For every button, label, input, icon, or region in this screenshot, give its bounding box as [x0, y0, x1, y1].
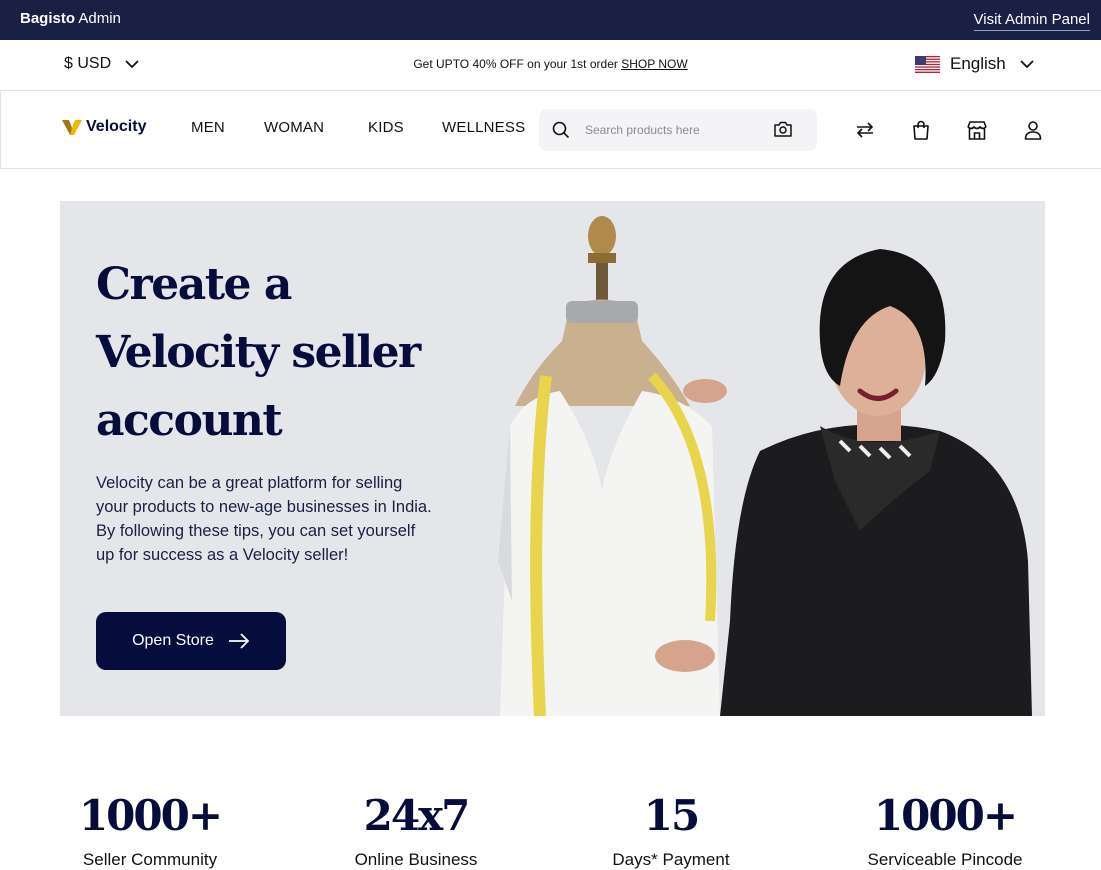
promo-text: Get UPTO 40% OFF on your 1st order [413, 57, 622, 71]
stat-number: 24x7 [363, 791, 471, 840]
stat-label: Seller Community [82, 850, 218, 869]
stat-label: Online Business [354, 850, 478, 869]
admin-brand-bold: Bagisto [20, 10, 76, 27]
stat-number: 1000+ [873, 791, 1018, 840]
nav-woman[interactable]: WOMAN [264, 119, 324, 136]
velocity-logo-icon [62, 120, 82, 135]
stat-serviceable-pincode: 1000+ Serviceable Pincode [825, 788, 1065, 870]
store-icon[interactable] [966, 120, 988, 140]
stat-days-payment: 15 Days* Payment [551, 788, 791, 870]
stat-seller-community: 1000+ Seller Community [30, 788, 270, 870]
compare-arrows-icon[interactable] [854, 120, 876, 140]
main-header: Velocity MEN WOMAN KIDS WELLNESS [0, 91, 1101, 169]
language-label: English [950, 54, 1006, 73]
search-bar [539, 109, 817, 151]
admin-brand: Bagisto Admin [20, 10, 121, 28]
stat-number: 1000+ [78, 791, 223, 840]
us-flag-icon [915, 55, 940, 73]
admin-brand-rest: Admin [75, 10, 121, 27]
logo-text: Velocity [86, 118, 147, 135]
velocity-logo[interactable]: Velocity [62, 118, 146, 136]
search-input[interactable] [583, 120, 763, 140]
open-store-label: Open Store [132, 632, 214, 649]
chevron-down-icon [1020, 59, 1034, 68]
nav-men[interactable]: MEN [191, 119, 225, 136]
arrow-right-icon [228, 633, 250, 649]
shopping-bag-icon[interactable] [911, 120, 931, 140]
stat-number: 15 [643, 791, 700, 840]
hero-description: Velocity can be a great platform for sel… [96, 474, 432, 564]
shop-now-link[interactable]: SHOP NOW [621, 57, 687, 71]
camera-icon[interactable] [773, 120, 793, 138]
nav-kids[interactable]: KIDS [368, 119, 404, 136]
open-store-button[interactable]: Open Store [96, 612, 286, 670]
stat-label: Days* Payment [612, 850, 730, 869]
promo-bar: $ USD Get UPTO 40% OFF on your 1st order… [0, 40, 1101, 91]
visit-admin-panel-link[interactable]: Visit Admin Panel [973, 11, 1090, 31]
user-icon[interactable] [1023, 120, 1043, 140]
nav-wellness[interactable]: WELLNESS [442, 119, 525, 136]
search-icon[interactable] [552, 121, 570, 139]
hero-image [498, 216, 1032, 716]
hero-title: Create a Velocity seller account [96, 259, 421, 446]
hero-banner: Create a Velocity seller account Velocit… [60, 201, 1045, 716]
language-selector[interactable]: English [915, 54, 1034, 74]
stat-online-business: 24x7 Online Business [296, 788, 536, 870]
stat-label: Serviceable Pincode [867, 850, 1023, 869]
admin-bar: Bagisto Admin Visit Admin Panel [0, 0, 1101, 40]
